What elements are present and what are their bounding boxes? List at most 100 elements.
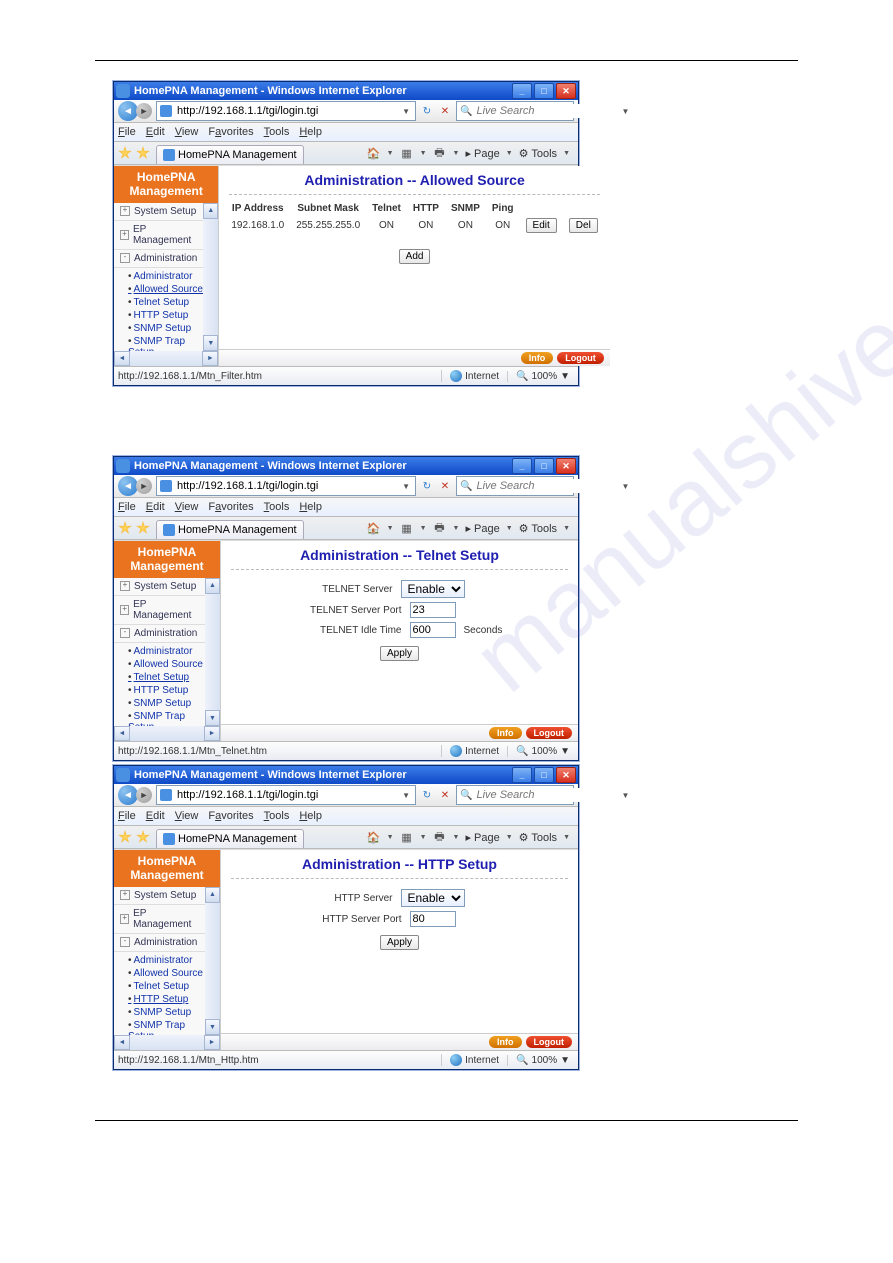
feeds-icon[interactable]: ▦	[400, 521, 414, 535]
back-button[interactable]: ◄	[118, 476, 138, 496]
maximize-button[interactable]: □	[534, 83, 554, 99]
menu-edit[interactable]: Edit	[146, 810, 165, 822]
search-field[interactable]	[474, 788, 621, 802]
url-dropdown-icon[interactable]: ▼	[400, 791, 412, 800]
nav-item-administrator[interactable]: •Administrator	[128, 954, 205, 967]
sidebar-vscroll[interactable]: ▲▼	[203, 203, 218, 351]
zoom-control[interactable]: 🔍 100% ▼	[507, 371, 578, 382]
stop-icon[interactable]: ✕	[438, 479, 452, 493]
refresh-icon[interactable]: ↻	[420, 479, 434, 493]
page-menu[interactable]: ▸ Page	[465, 147, 499, 160]
home-icon[interactable]: 🏠	[367, 830, 381, 844]
titlebar[interactable]: HomePNA Management - Windows Internet Ex…	[114, 766, 578, 784]
nav-administration[interactable]: -Administration	[114, 934, 205, 952]
menu-favorites[interactable]: Favorites	[208, 810, 253, 822]
page-menu[interactable]: ▸ Page	[465, 522, 499, 535]
menu-view[interactable]: View	[175, 126, 199, 138]
forward-button[interactable]: ►	[136, 787, 152, 803]
print-icon[interactable]: 🖶	[433, 830, 447, 844]
minimize-button[interactable]: _	[512, 767, 532, 783]
del-button[interactable]: Del	[569, 218, 598, 233]
nav-ep-management[interactable]: +EP Management	[114, 221, 203, 250]
menu-file[interactable]: File	[118, 501, 136, 513]
url-field[interactable]	[175, 104, 400, 118]
apply-button[interactable]: Apply	[380, 935, 419, 950]
tools-menu[interactable]: ⚙ Tools	[519, 522, 557, 535]
nav-system-setup[interactable]: +System Setup	[114, 887, 205, 905]
nav-item-allowed-source[interactable]: •Allowed Source	[128, 967, 205, 980]
nav-item-administrator[interactable]: •Administrator	[128, 270, 203, 283]
browser-tab[interactable]: HomePNA Management	[156, 145, 304, 164]
titlebar[interactable]: HomePNA Management - Windows Internet Ex…	[114, 457, 578, 475]
telnet-idle-input[interactable]	[410, 622, 456, 638]
nav-system-setup[interactable]: +System Setup	[114, 578, 205, 596]
nav-item-snmp-trap-setup[interactable]: •SNMP Trap Setup	[128, 1019, 205, 1035]
nav-item-snmp-trap-setup[interactable]: •SNMP Trap Setup	[128, 335, 203, 351]
url-input[interactable]: ▼	[156, 785, 416, 805]
nav-item-snmp-setup[interactable]: •SNMP Setup	[128, 1006, 205, 1019]
close-button[interactable]: ✕	[556, 83, 576, 99]
tools-menu[interactable]: ⚙ Tools	[519, 147, 557, 160]
menu-help[interactable]: Help	[299, 126, 322, 138]
maximize-button[interactable]: □	[534, 767, 554, 783]
minimize-button[interactable]: _	[512, 458, 532, 474]
url-input[interactable]: ▼	[156, 101, 416, 121]
feeds-icon[interactable]: ▦	[400, 830, 414, 844]
url-dropdown-icon[interactable]: ▼	[400, 107, 412, 116]
minimize-button[interactable]: _	[512, 83, 532, 99]
nav-ep-management[interactable]: +EP Management	[114, 596, 205, 625]
nav-item-http-setup[interactable]: •HTTP Setup	[128, 993, 205, 1006]
nav-item-http-setup[interactable]: •HTTP Setup	[128, 309, 203, 322]
security-zone[interactable]: Internet	[441, 1054, 507, 1066]
tools-menu[interactable]: ⚙ Tools	[519, 831, 557, 844]
home-icon[interactable]: 🏠	[367, 521, 381, 535]
favorites-star-icon[interactable]	[118, 146, 132, 160]
close-button[interactable]: ✕	[556, 767, 576, 783]
nav-item-allowed-source[interactable]: •Allowed Source	[128, 658, 205, 671]
logout-pill[interactable]: Logout	[526, 727, 573, 739]
refresh-icon[interactable]: ↻	[420, 788, 434, 802]
menu-edit[interactable]: Edit	[146, 501, 165, 513]
menu-edit[interactable]: Edit	[146, 126, 165, 138]
url-input[interactable]: ▼	[156, 476, 416, 496]
close-button[interactable]: ✕	[556, 458, 576, 474]
titlebar[interactable]: HomePNA Management - Windows Internet Ex…	[114, 82, 578, 100]
favorites-star-icon[interactable]	[118, 830, 132, 844]
feeds-icon[interactable]: ▦	[400, 146, 414, 160]
menu-tools[interactable]: Tools	[264, 126, 290, 138]
telnet-port-input[interactable]	[410, 602, 456, 618]
nav-item-administrator[interactable]: •Administrator	[128, 645, 205, 658]
search-box[interactable]: 🔍▼	[456, 476, 574, 496]
maximize-button[interactable]: □	[534, 458, 554, 474]
stop-icon[interactable]: ✕	[438, 104, 452, 118]
search-dropdown-icon[interactable]: ▼	[621, 482, 629, 491]
nav-item-http-setup[interactable]: •HTTP Setup	[128, 684, 205, 697]
search-box[interactable]: 🔍 ▼	[456, 101, 574, 121]
sidebar-vscroll[interactable]: ▲▼	[205, 578, 220, 726]
sidebar-vscroll[interactable]: ▲▼	[205, 887, 220, 1035]
zoom-control[interactable]: 🔍 100% ▼	[507, 746, 578, 757]
search-dropdown-icon[interactable]: ▼	[621, 791, 629, 800]
nav-administration[interactable]: -Administration	[114, 250, 203, 268]
search-dropdown-icon[interactable]: ▼	[621, 107, 629, 116]
browser-tab[interactable]: HomePNA Management	[156, 520, 304, 539]
nav-item-allowed-source[interactable]: •Allowed Source	[128, 283, 203, 296]
nav-item-snmp-trap-setup[interactable]: •SNMP Trap Setup	[128, 710, 205, 726]
url-field[interactable]	[175, 479, 400, 493]
menu-help[interactable]: Help	[299, 501, 322, 513]
search-box[interactable]: 🔍▼	[456, 785, 574, 805]
page-menu[interactable]: ▸ Page	[465, 831, 499, 844]
search-field[interactable]	[474, 104, 621, 118]
back-button[interactable]: ◄	[118, 101, 138, 121]
add-favorites-icon[interactable]	[136, 521, 150, 535]
info-pill[interactable]: Info	[489, 727, 522, 739]
info-pill[interactable]: Info	[521, 352, 554, 364]
menu-file[interactable]: File	[118, 126, 136, 138]
add-button[interactable]: Add	[399, 249, 431, 264]
menu-view[interactable]: View	[175, 810, 199, 822]
zoom-control[interactable]: 🔍 100% ▼	[507, 1055, 578, 1066]
menu-favorites[interactable]: Favorites	[208, 126, 253, 138]
refresh-icon[interactable]: ↻	[420, 104, 434, 118]
telnet-server-select[interactable]: Enable	[401, 580, 465, 598]
menu-tools[interactable]: Tools	[264, 501, 290, 513]
